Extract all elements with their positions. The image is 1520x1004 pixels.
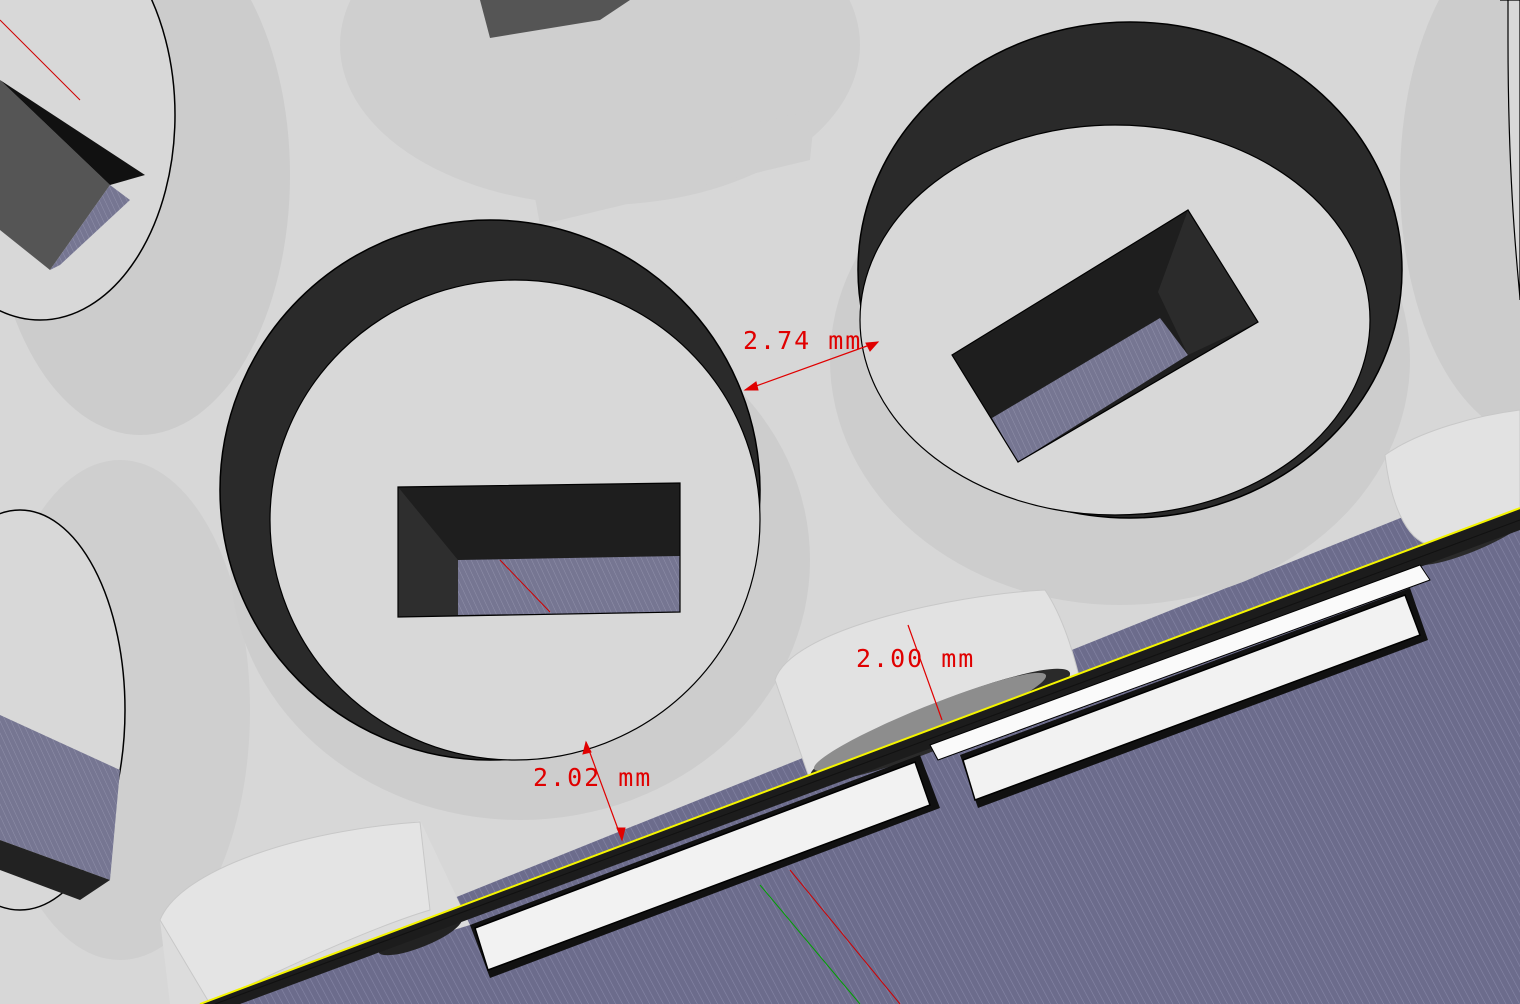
dimension-label-wall-to-edge-left: 2.02 mm: [533, 763, 653, 792]
cylinder-top-right[interactable]: [1400, 0, 1520, 440]
dimension-label-wall-to-edge-right: 2.00 mm: [856, 644, 976, 673]
rect-pocket-center[interactable]: [397, 482, 681, 618]
cylinder-center[interactable]: [219, 219, 810, 820]
cylinder-top-left[interactable]: [0, 0, 290, 435]
cylinder-right[interactable]: [830, 21, 1410, 605]
dimension-label-gap-between-bores: 2.74 mm: [743, 326, 863, 355]
model-scene[interactable]: [0, 0, 1520, 1004]
cylinder-top-center[interactable]: [340, 0, 860, 225]
3d-viewport[interactable]: 2.74 mm 2.00 mm 2.02 mm: [0, 0, 1520, 1004]
